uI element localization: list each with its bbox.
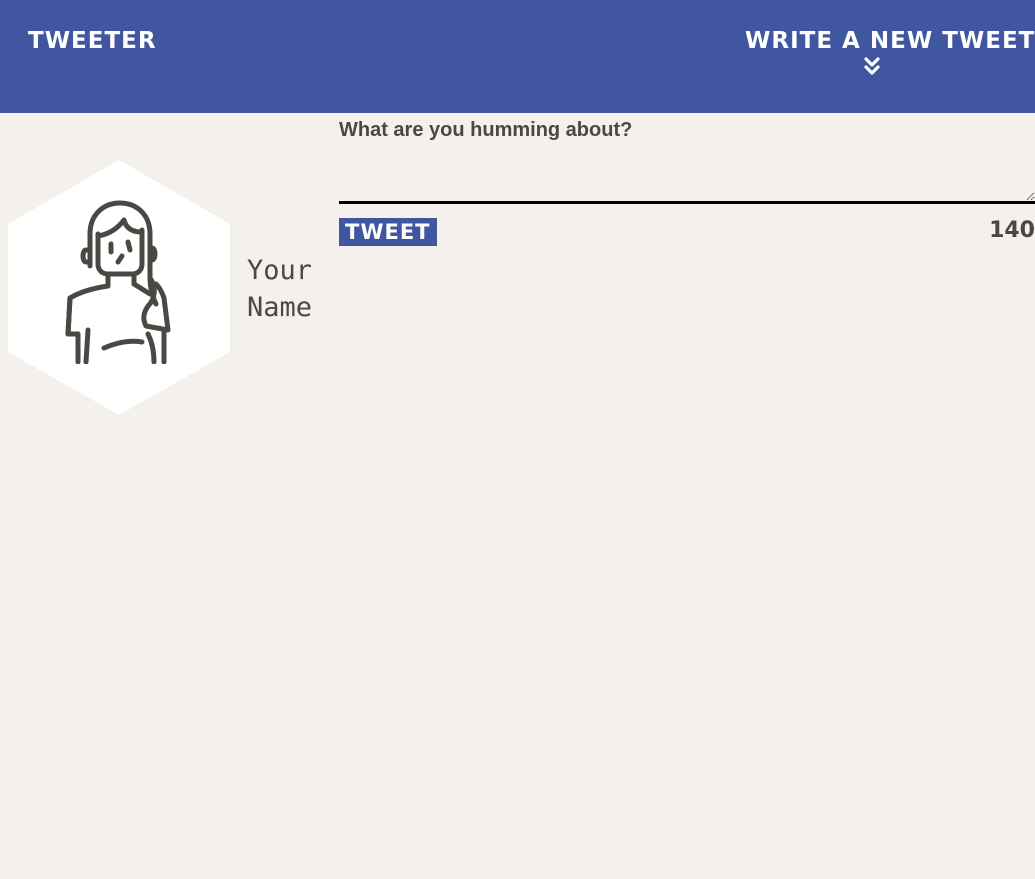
user-avatar-icon xyxy=(65,200,171,364)
write-new-tweet-toggle[interactable]: WRITE A NEW TWEET xyxy=(745,28,1035,76)
user-name: Your Name xyxy=(247,255,313,323)
brand-logo-link[interactable]: TWEETER xyxy=(28,28,157,54)
tweet-submit-button[interactable]: TWEET xyxy=(339,218,437,246)
top-nav-bar: TWEETER WRITE A NEW TWEET xyxy=(0,0,1035,113)
tweet-textarea[interactable] xyxy=(339,113,1035,204)
double-chevron-down-icon xyxy=(864,57,880,75)
character-counter: 140 xyxy=(989,218,1035,243)
write-new-tweet-label: WRITE A NEW TWEET xyxy=(745,28,1035,54)
